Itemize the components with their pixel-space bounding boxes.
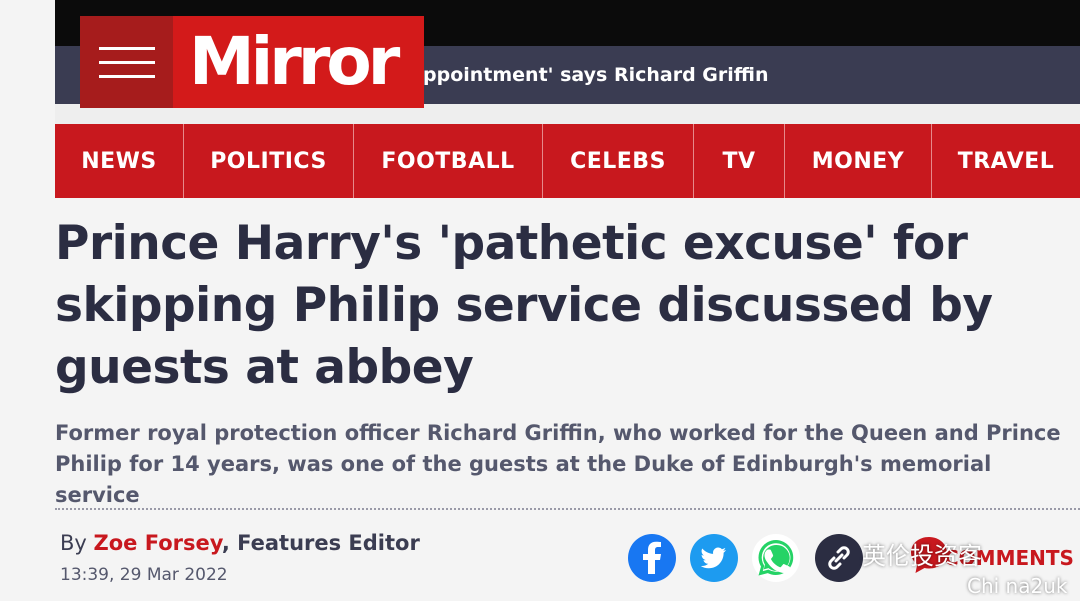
link-icon	[815, 534, 863, 582]
facebook-share-button[interactable]	[628, 534, 676, 582]
menu-button[interactable]	[80, 16, 173, 108]
byline: By Zoe Forsey, Features Editor	[60, 531, 420, 555]
divider	[55, 508, 1080, 510]
nav-tv[interactable]: TV	[694, 124, 785, 198]
twitter-icon	[690, 534, 738, 582]
nav-money[interactable]: MONEY	[785, 124, 932, 198]
main-nav: NEWS POLITICS FOOTBALL CELEBS TV MONEY T…	[55, 124, 1080, 198]
publish-timestamp: 13:39, 29 Mar 2022	[60, 565, 228, 585]
watermark-sub: Chi na2uk	[967, 574, 1068, 598]
whatsapp-share-button[interactable]	[752, 534, 800, 582]
ticker-text[interactable]: ppointment' says Richard Griffin	[423, 64, 769, 86]
logo-text: Mirror	[189, 23, 400, 100]
copy-link-button[interactable]	[815, 534, 863, 582]
watermark: 英伦投资客	[862, 542, 982, 570]
twitter-share-button[interactable]	[690, 534, 738, 582]
nav-football[interactable]: FOOTBALL	[354, 124, 543, 198]
nav-politics[interactable]: POLITICS	[184, 124, 354, 198]
author-link[interactable]: Zoe Forsey	[94, 531, 222, 555]
author-role: , Features Editor	[221, 531, 420, 555]
nav-news[interactable]: NEWS	[55, 124, 184, 198]
mirror-logo[interactable]: Mirror	[173, 16, 424, 108]
whatsapp-icon	[752, 534, 800, 582]
article-standfirst: Former royal protection officer Richard …	[55, 421, 1061, 507]
nav-travel[interactable]: TRAVEL	[932, 124, 1080, 198]
facebook-icon	[628, 534, 676, 582]
byline-prefix: By	[60, 531, 87, 555]
article-headline: Prince Harry's 'pathetic excuse' for ski…	[55, 216, 993, 395]
nav-celebs[interactable]: CELEBS	[543, 124, 694, 198]
